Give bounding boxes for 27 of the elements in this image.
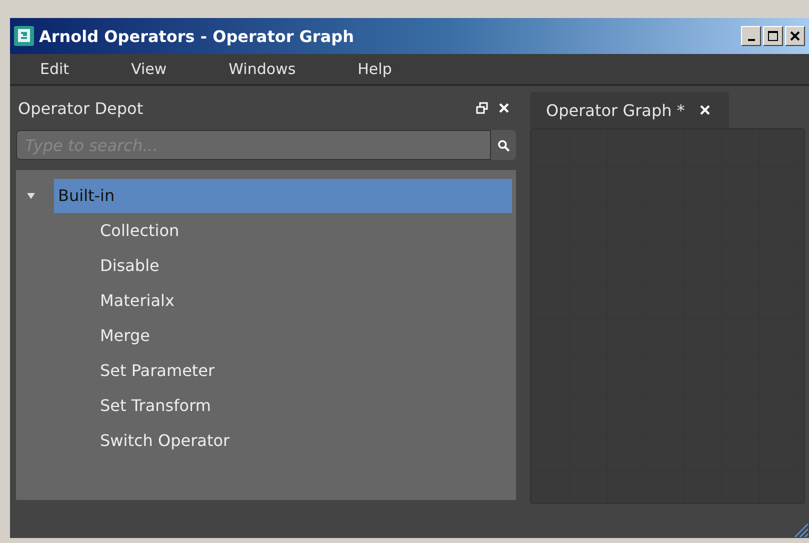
menu-item[interactable]: Help — [346, 60, 404, 78]
close-button[interactable] — [785, 26, 805, 46]
minimize-button[interactable] — [741, 26, 761, 46]
tree-item[interactable]: Materialx — [96, 284, 178, 318]
tree-item[interactable]: Disable — [96, 248, 164, 282]
close-icon[interactable] — [498, 102, 510, 114]
maximize-icon — [767, 30, 779, 42]
close-icon[interactable] — [698, 104, 711, 116]
tree-item[interactable]: Merge — [96, 318, 154, 352]
tree-item[interactable]: Built-in — [54, 178, 512, 212]
tree-item[interactable]: Set Parameter — [96, 354, 219, 388]
tree-item[interactable]: Collection — [96, 214, 184, 248]
tree-item[interactable]: Set Transform — [96, 388, 215, 422]
menu-item[interactable]: Windows — [216, 60, 308, 78]
close-icon — [789, 30, 801, 42]
app-icon — [14, 26, 34, 46]
minimize-icon — [748, 39, 754, 41]
search-icon[interactable] — [497, 138, 510, 152]
maximize-button[interactable] — [763, 26, 783, 46]
graph-tab[interactable]: Operator Graph * — [530, 92, 729, 128]
float-icon[interactable] — [476, 102, 488, 114]
tree-item[interactable]: Switch Operator — [96, 424, 234, 458]
expand-arrow-icon[interactable] — [26, 190, 36, 200]
panel-title: Operator Depot — [18, 98, 144, 118]
menu-item[interactable]: View — [119, 60, 179, 78]
window-title: Arnold Operators - Operator Graph — [39, 26, 354, 46]
menu-item[interactable]: Edit — [28, 60, 82, 78]
